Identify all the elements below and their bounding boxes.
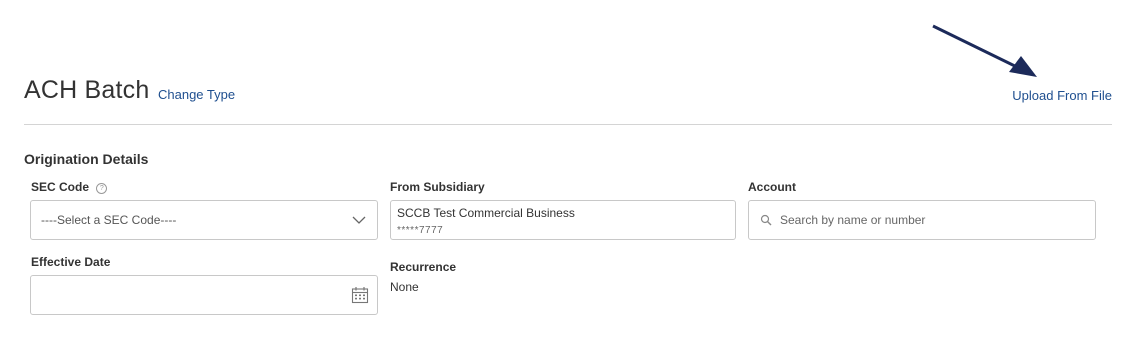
account-search-placeholder: Search by name or number: [780, 213, 926, 227]
page-title: ACH Batch: [24, 76, 150, 104]
effective-date-label: Effective Date: [31, 255, 111, 269]
sec-code-label-text: SEC Code: [31, 180, 90, 194]
change-type-link[interactable]: Change Type: [158, 87, 235, 102]
search-icon: [760, 214, 772, 226]
from-subsidiary-label: From Subsidiary: [390, 180, 485, 194]
sec-code-selected: ----Select a SEC Code----: [41, 213, 177, 227]
subsidiary-name: SCCB Test Commercial Business: [397, 206, 575, 220]
help-circle-icon[interactable]: ?: [96, 183, 108, 194]
subsidiary-account-masked: *****7777: [397, 225, 444, 236]
chevron-down-icon: [352, 216, 366, 224]
upload-from-file-link[interactable]: Upload From File: [1012, 88, 1112, 103]
account-search-input[interactable]: Search by name or number: [748, 200, 1096, 240]
calendar-icon[interactable]: [351, 286, 369, 304]
section-title: Origination Details: [24, 151, 149, 167]
annotation-arrow-icon: [932, 24, 1037, 77]
recurrence-label: Recurrence: [390, 260, 457, 274]
divider: [24, 124, 1112, 125]
sec-code-select[interactable]: ----Select a SEC Code----: [30, 200, 378, 240]
recurrence-value: None: [390, 280, 419, 294]
account-label: Account: [748, 180, 796, 194]
effective-date-input[interactable]: [30, 275, 378, 315]
sec-code-label: SEC Code ?: [31, 180, 108, 194]
from-subsidiary-field[interactable]: SCCB Test Commercial Business *****7777: [390, 200, 736, 240]
